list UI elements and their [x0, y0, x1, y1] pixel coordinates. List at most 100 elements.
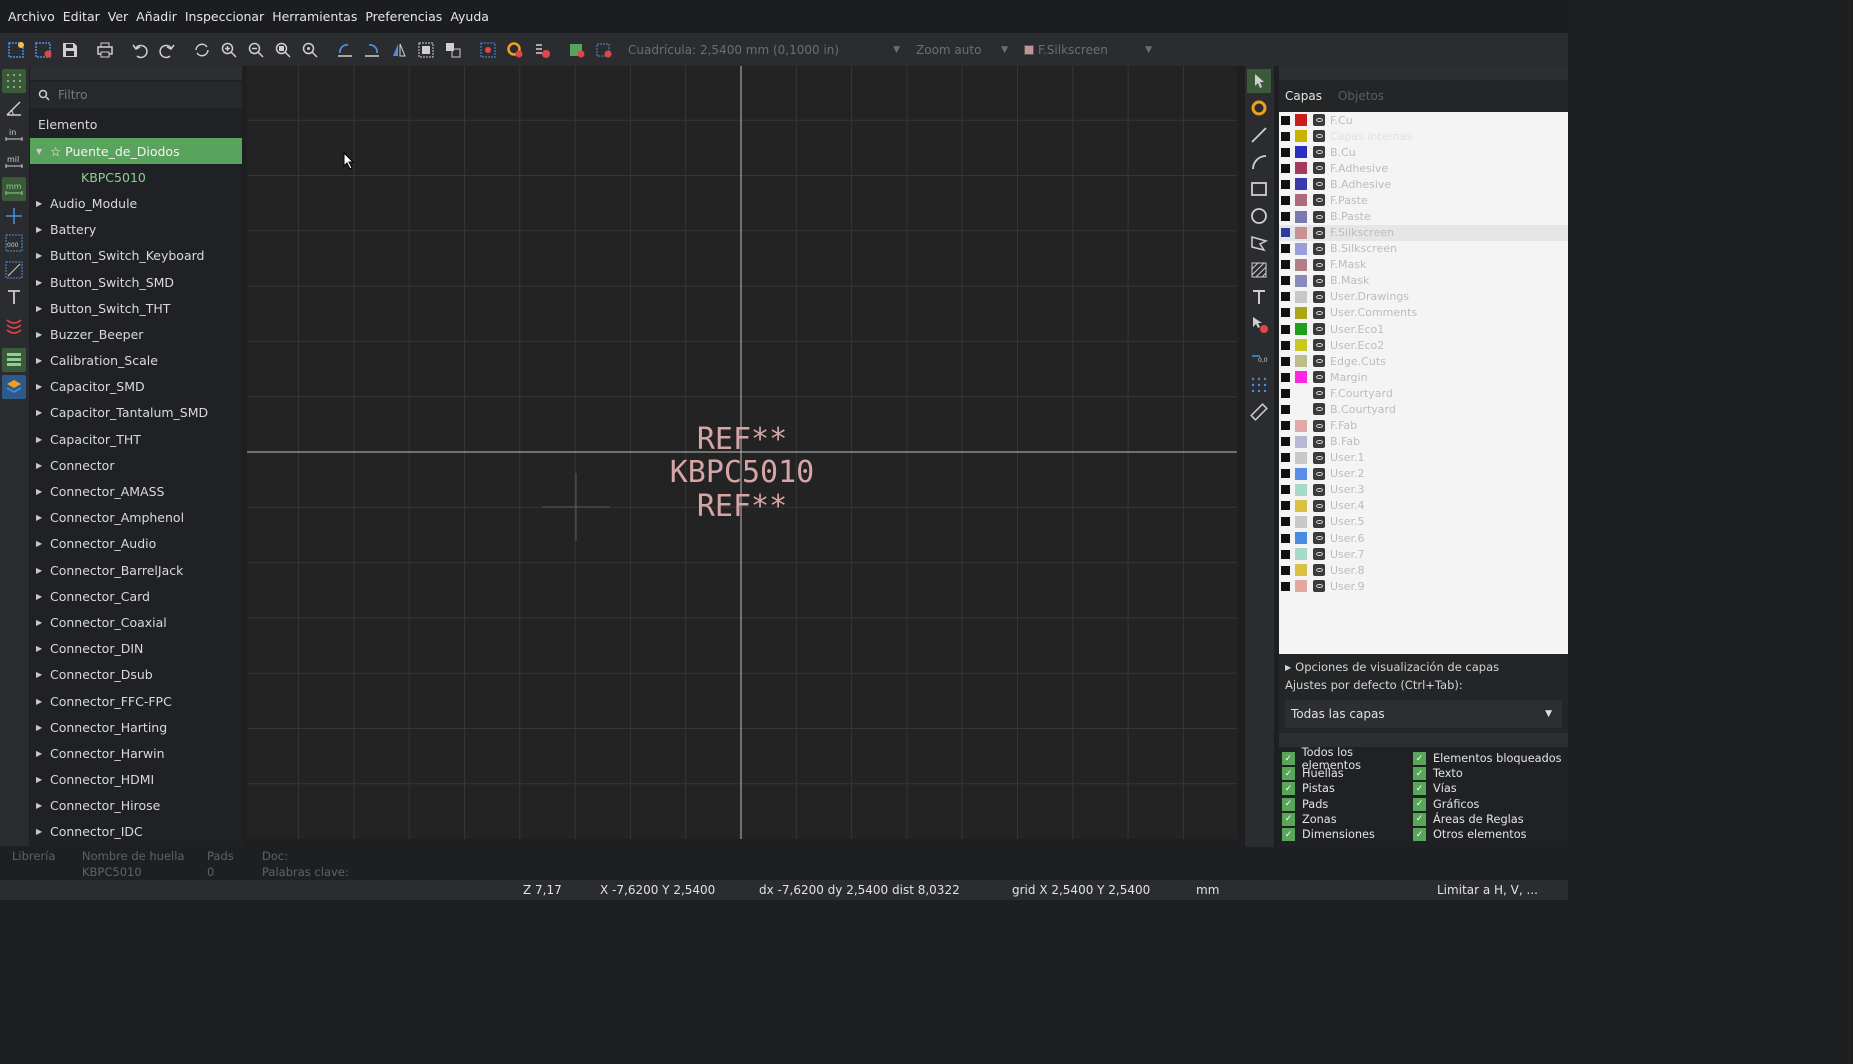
- layer-row[interactable]: User.6: [1279, 530, 1568, 546]
- library-item[interactable]: ▶ Connector_Hirose: [30, 793, 242, 819]
- layer-color-swatch[interactable]: [1295, 419, 1307, 432]
- grid-select[interactable]: Cuadrícula: 2,5400 mm (0,1000 in) ▼: [628, 39, 900, 61]
- eye-icon[interactable]: [1313, 130, 1325, 143]
- wizard-icon[interactable]: [32, 39, 54, 61]
- layer-color-swatch[interactable]: [1295, 226, 1307, 239]
- layer-color-swatch[interactable]: [1295, 355, 1307, 368]
- layer-row[interactable]: B.Mask: [1279, 273, 1568, 289]
- library-item[interactable]: ▶ Connector_IDC: [30, 819, 242, 845]
- layer-row[interactable]: User.3: [1279, 482, 1568, 498]
- eye-icon[interactable]: [1313, 564, 1325, 577]
- library-item[interactable]: ▶ Connector_Harting: [30, 714, 242, 740]
- layer-row[interactable]: Edge.Cuts: [1279, 353, 1568, 369]
- layer-row[interactable]: User.1: [1279, 450, 1568, 466]
- layer-row[interactable]: User.Eco1: [1279, 321, 1568, 337]
- library-item[interactable]: ▶ Connector_BarrelJack: [30, 557, 242, 583]
- layer-color-swatch[interactable]: [1295, 564, 1307, 577]
- polygon-icon[interactable]: [1247, 231, 1271, 255]
- menu-ayuda[interactable]: Ayuda: [446, 9, 493, 24]
- library-item[interactable]: ▶ Audio_Module: [30, 190, 242, 216]
- eye-icon[interactable]: [1313, 146, 1325, 159]
- show-library-icon[interactable]: [2, 348, 26, 372]
- zoom-out-icon[interactable]: [245, 39, 267, 61]
- print-icon[interactable]: [94, 39, 116, 61]
- arc-icon[interactable]: [1247, 150, 1271, 174]
- eye-icon[interactable]: [1313, 226, 1325, 239]
- layer-color-swatch[interactable]: [1295, 499, 1307, 512]
- eye-icon[interactable]: [1313, 355, 1325, 368]
- eye-icon[interactable]: [1313, 339, 1325, 352]
- menu-anadir[interactable]: Añadir: [132, 9, 181, 24]
- eye-icon[interactable]: [1313, 194, 1325, 207]
- zoom-fit-icon[interactable]: [272, 39, 294, 61]
- library-item[interactable]: ▶ Connector_Card: [30, 583, 242, 609]
- eye-icon[interactable]: [1313, 162, 1325, 175]
- eye-icon[interactable]: [1313, 274, 1325, 287]
- layer-row[interactable]: User.Comments: [1279, 305, 1568, 321]
- delete-icon[interactable]: [1247, 312, 1271, 336]
- layer-row[interactable]: User.9: [1279, 578, 1568, 594]
- filter-checkbox[interactable]: ✓ Áreas de Reglas: [1413, 812, 1563, 827]
- library-item[interactable]: ▶ Connector_DIN: [30, 636, 242, 662]
- eye-icon[interactable]: [1313, 532, 1325, 545]
- text-icon[interactable]: [1247, 285, 1271, 309]
- library-item[interactable]: ▶ Connector_Dsub: [30, 662, 242, 688]
- eye-icon[interactable]: [1313, 178, 1325, 191]
- eye-icon[interactable]: [1313, 114, 1325, 127]
- layer-row[interactable]: B.Cu: [1279, 144, 1568, 160]
- layer-color-swatch[interactable]: [1295, 130, 1307, 143]
- menu-ver[interactable]: Ver: [104, 9, 132, 24]
- eye-icon[interactable]: [1313, 515, 1325, 528]
- layer-row[interactable]: User.4: [1279, 498, 1568, 514]
- filter-input[interactable]: Filtro: [30, 82, 242, 108]
- eye-icon[interactable]: [1313, 371, 1325, 384]
- filter-checkbox[interactable]: ✓ Elementos bloqueados: [1413, 751, 1563, 766]
- library-item[interactable]: ▶ Connector_Amphenol: [30, 505, 242, 531]
- circle-icon[interactable]: [1247, 204, 1271, 228]
- library-item[interactable]: ▶ Calibration_Scale: [30, 348, 242, 374]
- filter-checkbox[interactable]: ✓ Texto: [1413, 766, 1563, 781]
- layer-row[interactable]: User.7: [1279, 546, 1568, 562]
- mm-units-icon[interactable]: mm: [2, 177, 26, 201]
- footprint-item[interactable]: KBPC5010: [30, 164, 242, 190]
- eye-icon[interactable]: [1313, 499, 1325, 512]
- high-contrast-icon[interactable]: [2, 312, 26, 336]
- layer-color-swatch[interactable]: [1295, 306, 1307, 319]
- line-icon[interactable]: [1247, 123, 1271, 147]
- layer-color-swatch[interactable]: [1295, 451, 1307, 464]
- grid-toggle-icon[interactable]: [2, 69, 26, 93]
- new-footprint-icon[interactable]: [5, 39, 27, 61]
- layer-row[interactable]: User.Drawings: [1279, 289, 1568, 305]
- eye-icon[interactable]: [1313, 419, 1325, 432]
- cursor-style-icon[interactable]: [2, 204, 26, 228]
- layer-color-swatch[interactable]: [1295, 274, 1307, 287]
- filter-checkbox[interactable]: ✓ Pads: [1282, 797, 1413, 812]
- menu-inspeccionar[interactable]: Inspeccionar: [181, 9, 268, 24]
- eye-icon[interactable]: [1313, 548, 1325, 561]
- library-item[interactable]: ▶ Connector_Coaxial: [30, 609, 242, 635]
- refresh-icon[interactable]: [191, 39, 213, 61]
- layer-row[interactable]: B.Adhesive: [1279, 176, 1568, 192]
- eye-icon[interactable]: [1313, 403, 1325, 416]
- grid-origin-icon[interactable]: [1247, 373, 1271, 397]
- layer-color-swatch[interactable]: [1295, 210, 1307, 223]
- drc-icon[interactable]: [531, 39, 553, 61]
- menu-preferencias[interactable]: Preferencias: [361, 9, 446, 24]
- pad-icon[interactable]: [1247, 96, 1271, 120]
- text-sketch-icon[interactable]: [2, 285, 26, 309]
- mirror-icon[interactable]: [388, 39, 410, 61]
- library-item[interactable]: ▶ Capacitor_THT: [30, 426, 242, 452]
- layer-row[interactable]: Capas internas: [1279, 128, 1568, 144]
- eye-icon[interactable]: [1313, 483, 1325, 496]
- library-item[interactable]: ▶ Battery: [30, 217, 242, 243]
- layer-select[interactable]: F.Silkscreen ▼: [1024, 39, 1152, 61]
- eye-icon[interactable]: [1313, 210, 1325, 223]
- footprint-canvas[interactable]: REF** KBPC5010 REF**: [247, 66, 1237, 839]
- library-item[interactable]: ▶ Button_Switch_SMD: [30, 269, 242, 295]
- rule-area-icon[interactable]: [1247, 258, 1271, 282]
- preset-select[interactable]: Todas las capas ▼: [1285, 700, 1562, 728]
- tab-capas[interactable]: Capas: [1285, 89, 1322, 103]
- polar-coords-icon[interactable]: [2, 96, 26, 120]
- layer-color-swatch[interactable]: [1295, 194, 1307, 207]
- layer-row[interactable]: User.Eco2: [1279, 337, 1568, 353]
